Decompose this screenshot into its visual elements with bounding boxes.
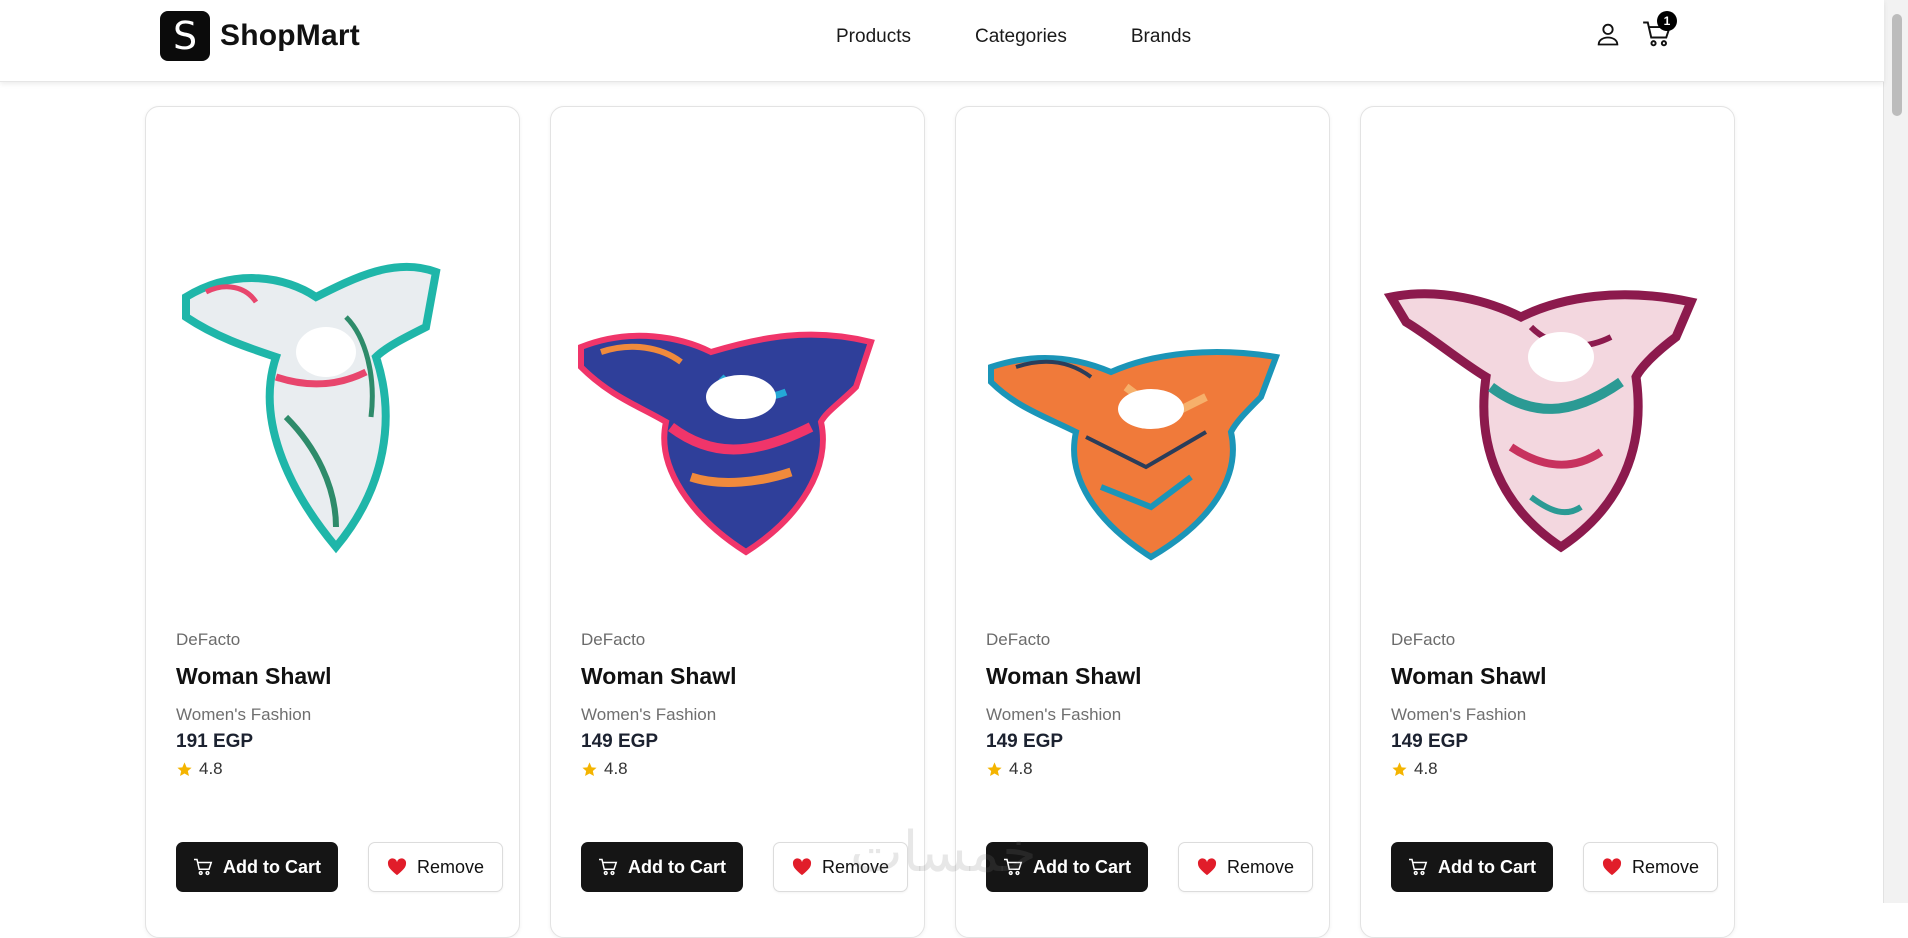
- cart-icon: [1409, 858, 1428, 876]
- product-image[interactable]: [1381, 187, 1714, 567]
- nav-brands[interactable]: Brands: [1131, 26, 1191, 48]
- star-icon: [987, 761, 1002, 776]
- add-to-cart-button[interactable]: Add to Cart: [581, 842, 743, 892]
- star-icon: [177, 761, 192, 776]
- heart-icon: [792, 858, 812, 876]
- product-card[interactable]: DeFacto Woman Shawl Women's Fashion 149 …: [550, 106, 925, 938]
- cart-icon: [1004, 858, 1023, 876]
- product-brand: DeFacto: [581, 630, 646, 649]
- heart-icon: [1602, 858, 1622, 876]
- cart-count-badge: 1: [1657, 11, 1677, 31]
- product-rating: 4.8: [176, 759, 223, 779]
- product-grid: DeFacto Woman Shawl Women's Fashion 191 …: [145, 106, 1735, 938]
- logo[interactable]: S ShopMart: [160, 11, 360, 61]
- product-price: 191 EGP: [176, 731, 254, 752]
- rating-value: 4.8: [199, 759, 223, 778]
- logo-mark: S: [160, 11, 210, 61]
- add-to-cart-label: Add to Cart: [1033, 856, 1131, 877]
- rating-value: 4.8: [1414, 759, 1438, 778]
- rating-value: 4.8: [604, 759, 628, 778]
- nav-categories[interactable]: Categories: [975, 26, 1067, 48]
- product-price: 149 EGP: [986, 731, 1064, 752]
- product-category: Women's Fashion: [1391, 705, 1527, 724]
- add-to-cart-button[interactable]: Add to Cart: [986, 842, 1148, 892]
- main-nav: Products Categories Brands: [836, 26, 1191, 48]
- product-rating: 4.8: [1391, 759, 1438, 779]
- heart-icon: [387, 858, 407, 876]
- product-card[interactable]: DeFacto Woman Shawl Women's Fashion 149 …: [1360, 106, 1735, 938]
- product-brand: DeFacto: [986, 630, 1051, 649]
- heart-icon: [1197, 858, 1217, 876]
- add-to-cart-label: Add to Cart: [223, 856, 321, 877]
- product-card[interactable]: DeFacto Woman Shawl Women's Fashion 149 …: [955, 106, 1330, 938]
- shawl-illustration: [182, 262, 441, 554]
- product-price: 149 EGP: [581, 731, 659, 752]
- nav-products[interactable]: Products: [836, 26, 911, 48]
- cart-icon[interactable]: 1: [1642, 11, 1677, 48]
- star-icon: [582, 761, 597, 776]
- remove-button[interactable]: Remove: [773, 842, 908, 892]
- scrollbar[interactable]: [1883, 0, 1908, 903]
- product-rating: 4.8: [581, 759, 628, 779]
- product-category: Women's Fashion: [986, 705, 1122, 724]
- site-header: S ShopMart Products Categories Brands 1: [0, 0, 1884, 82]
- product-image[interactable]: [166, 187, 499, 567]
- remove-button[interactable]: Remove: [368, 842, 503, 892]
- product-title[interactable]: Woman Shawl: [1391, 663, 1547, 690]
- product-image[interactable]: [976, 187, 1309, 567]
- add-to-cart-label: Add to Cart: [628, 856, 726, 877]
- add-to-cart-button[interactable]: Add to Cart: [176, 842, 338, 892]
- product-category: Women's Fashion: [176, 705, 312, 724]
- shawl-illustration: [988, 349, 1281, 561]
- product-title[interactable]: Woman Shawl: [176, 663, 332, 690]
- product-title[interactable]: Woman Shawl: [581, 663, 737, 690]
- product-brand: DeFacto: [176, 630, 241, 649]
- product-card[interactable]: DeFacto Woman Shawl Women's Fashion 191 …: [145, 106, 520, 938]
- remove-label: Remove: [821, 856, 890, 877]
- product-rating: 4.8: [986, 759, 1033, 779]
- user-icon[interactable]: [1594, 20, 1622, 48]
- cart-icon: [194, 858, 213, 876]
- add-to-cart-label: Add to Cart: [1438, 856, 1536, 877]
- shawl-illustration: [1383, 289, 1698, 553]
- shawl-illustration: [578, 331, 875, 556]
- remove-button[interactable]: Remove: [1583, 842, 1718, 892]
- star-icon: [1392, 761, 1407, 776]
- cart-icon: [599, 858, 618, 876]
- product-title[interactable]: Woman Shawl: [986, 663, 1142, 690]
- header-actions: 1: [1594, 11, 1677, 48]
- remove-button[interactable]: Remove: [1178, 842, 1313, 892]
- product-price: 149 EGP: [1391, 731, 1469, 752]
- logo-text: ShopMart: [220, 19, 360, 52]
- remove-label: Remove: [1226, 856, 1295, 877]
- add-to-cart-button[interactable]: Add to Cart: [1391, 842, 1553, 892]
- product-image[interactable]: [571, 187, 904, 567]
- remove-label: Remove: [416, 856, 485, 877]
- remove-label: Remove: [1631, 856, 1700, 877]
- scrollbar-thumb[interactable]: [1892, 14, 1902, 116]
- rating-value: 4.8: [1009, 759, 1033, 778]
- product-category: Women's Fashion: [581, 705, 717, 724]
- product-brand: DeFacto: [1391, 630, 1456, 649]
